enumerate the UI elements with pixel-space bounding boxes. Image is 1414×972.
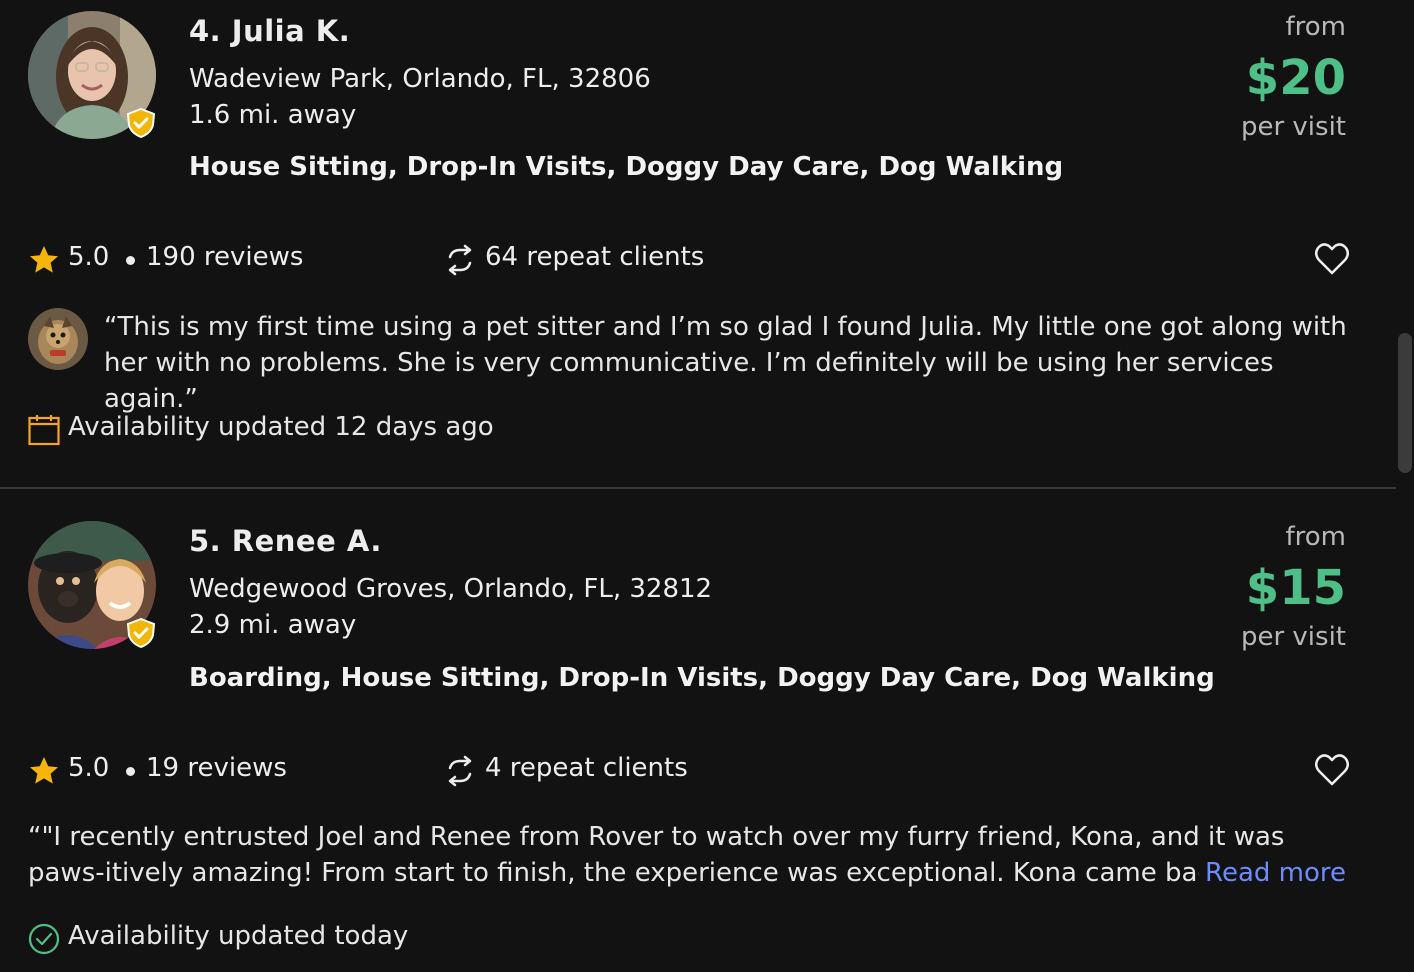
- review-quote: “This is my first time using a pet sitte…: [104, 312, 1347, 414]
- sitter-address: Wedgewood Groves, Orlando, FL, 32812: [189, 574, 713, 604]
- price-from-label: from: [1285, 12, 1346, 42]
- price-value: $20: [1245, 50, 1346, 106]
- price-value: $15: [1245, 560, 1346, 616]
- repeat-icon: [448, 755, 472, 787]
- review-text: “"I recently entrusted Joel and Renee fr…: [28, 822, 1344, 888]
- sitter-card-julia[interactable]: 4. Julia K. Wadeview Park, Orlando, FL, …: [0, 0, 1396, 488]
- read-more-link[interactable]: Read more: [1199, 855, 1346, 891]
- separator-dot: [126, 256, 135, 265]
- price-unit: per visit: [1240, 622, 1346, 652]
- sitter-services: House Sitting, Drop-In Visits, Doggy Day…: [189, 152, 1064, 182]
- separator-dot: [126, 767, 135, 776]
- sitter-address: Wadeview Park, Orlando, FL, 32806: [189, 64, 651, 94]
- favorite-heart-icon[interactable]: [1314, 753, 1350, 787]
- availability-status: Availability updated today: [68, 921, 409, 951]
- stats-row: 5.0 190 reviews 64 repeat clients: [28, 240, 1368, 280]
- stats-row: 5.0 19 reviews 4 repeat clients: [28, 751, 1368, 791]
- sitter-distance: 1.6 mi. away: [189, 100, 357, 130]
- check-circle-icon: [28, 923, 60, 955]
- reviews-count[interactable]: 19 reviews: [146, 753, 287, 783]
- star-icon: [30, 246, 58, 273]
- repeat-icon: [448, 244, 472, 276]
- repeat-clients: 4 repeat clients: [485, 753, 688, 783]
- review-quote: “"I recently entrusted Joel and Renee fr…: [28, 819, 1368, 891]
- reviews-count[interactable]: 190 reviews: [146, 242, 303, 272]
- price-unit: per visit: [1240, 112, 1346, 142]
- sitter-name[interactable]: 5. Renee A.: [189, 524, 382, 558]
- reviewer-avatar: [28, 308, 88, 370]
- favorite-heart-icon[interactable]: [1314, 242, 1350, 276]
- sitter-services: Boarding, House Sitting, Drop-In Visits,…: [189, 663, 1215, 693]
- sitter-card-renee[interactable]: 5. Renee A. Wedgewood Groves, Orlando, F…: [0, 489, 1396, 972]
- calendar-icon: [28, 415, 60, 446]
- scrollbar-thumb[interactable]: [1396, 333, 1414, 473]
- price-from-label: from: [1285, 522, 1346, 552]
- verified-shield-icon: [126, 108, 156, 138]
- verified-shield-icon: [126, 618, 156, 648]
- rating-value: 5.0: [68, 753, 110, 783]
- rating-value: 5.0: [68, 242, 110, 272]
- sitter-distance: 2.9 mi. away: [189, 610, 357, 640]
- availability-status: Availability updated 12 days ago: [68, 412, 494, 442]
- repeat-clients: 64 repeat clients: [485, 242, 705, 272]
- sitter-name[interactable]: 4. Julia K.: [189, 14, 350, 48]
- star-icon: [30, 757, 58, 784]
